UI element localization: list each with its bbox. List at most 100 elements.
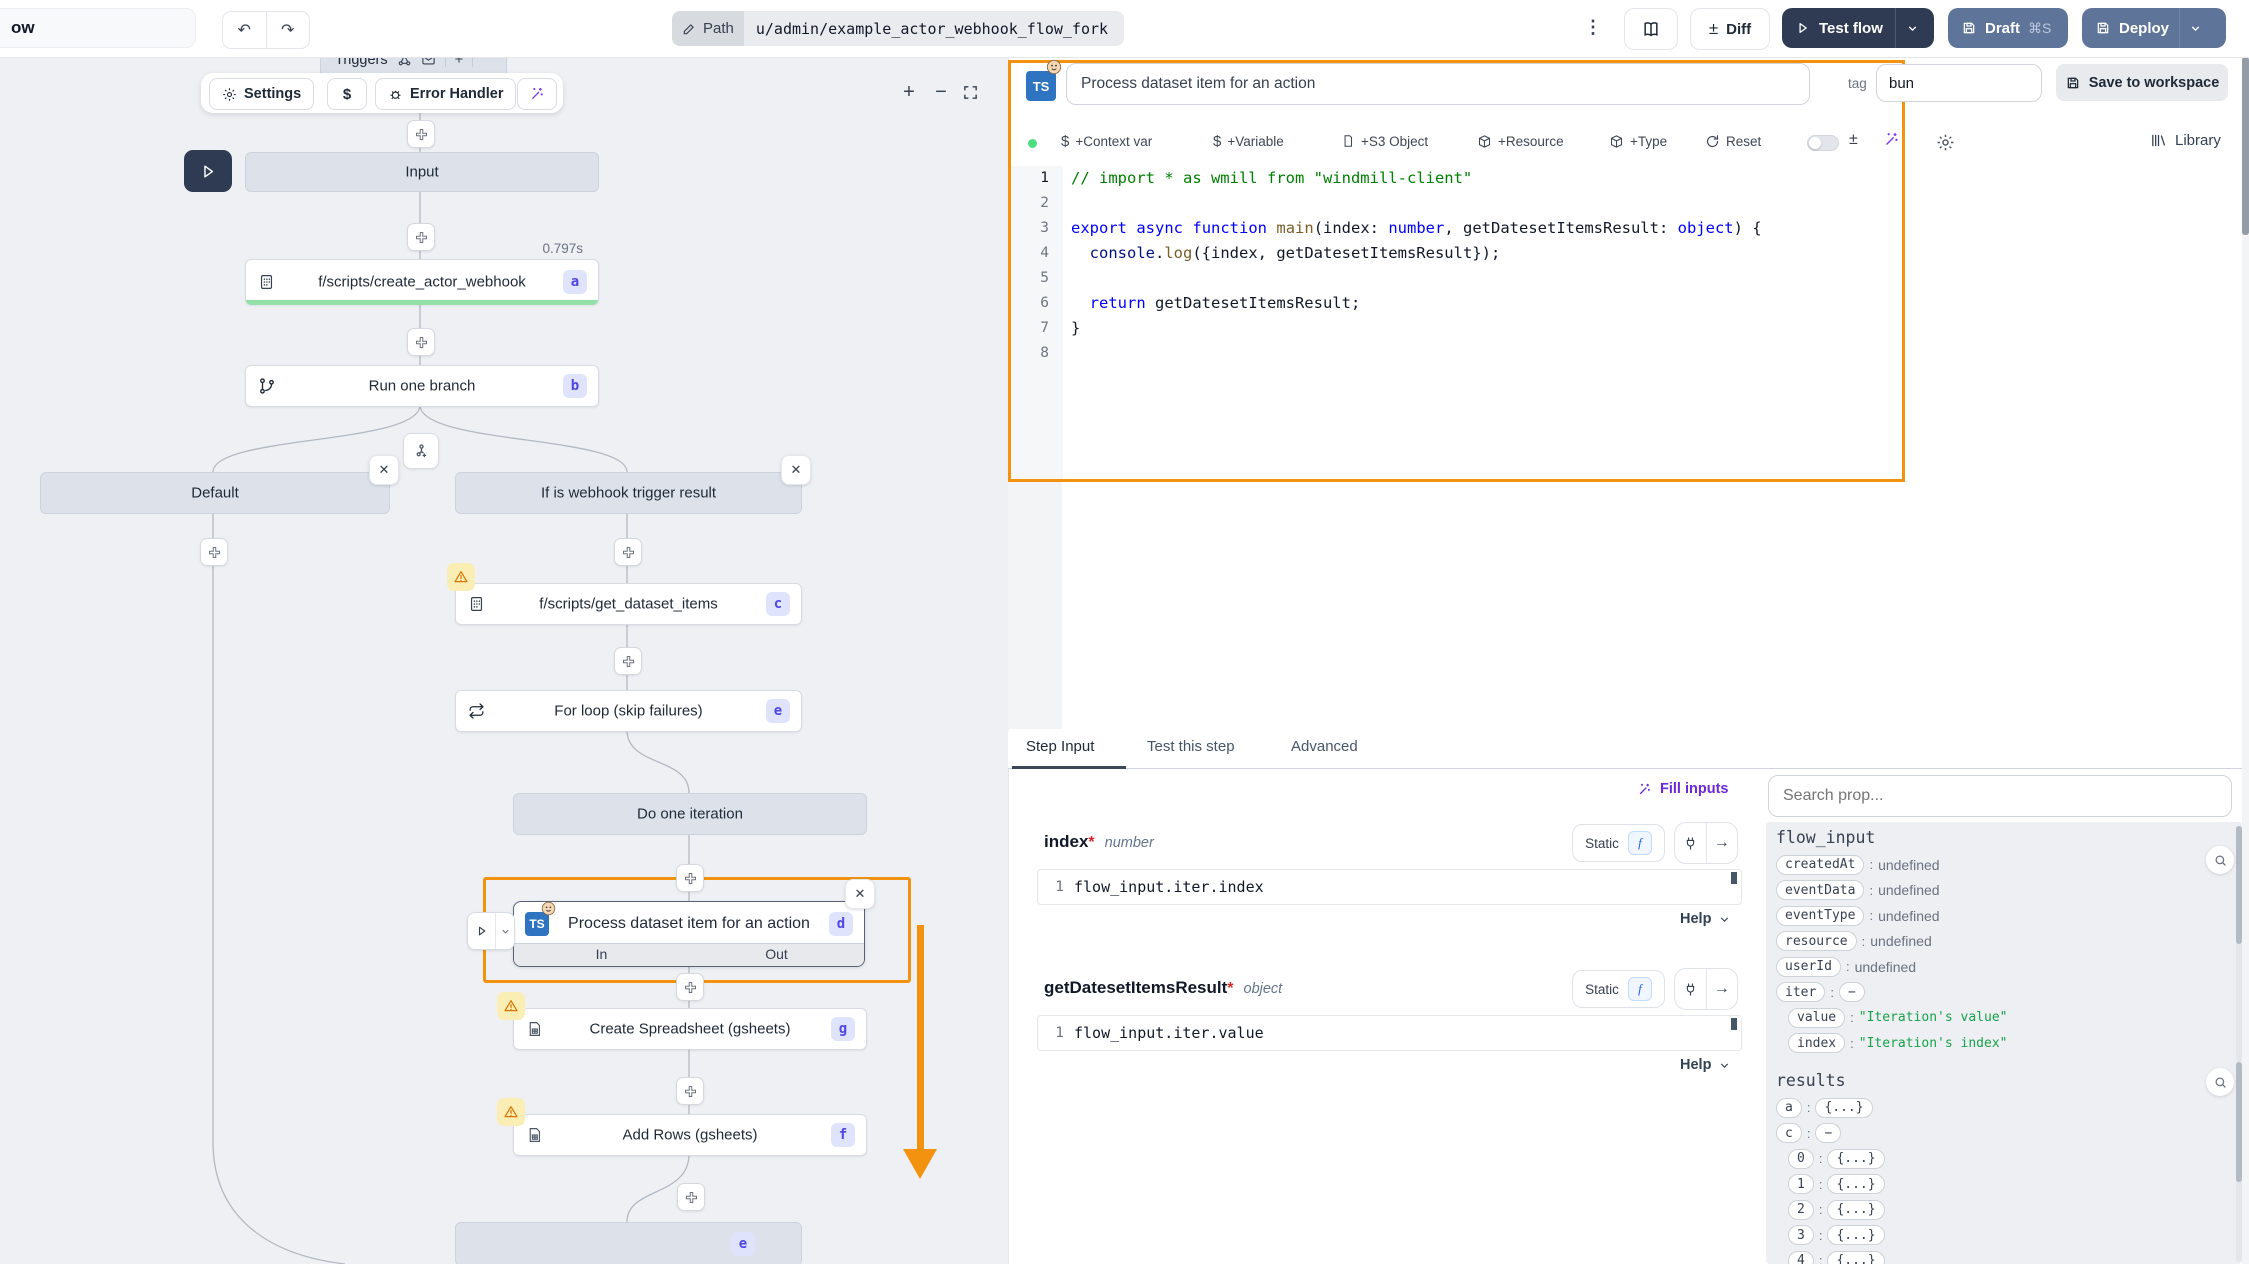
redo-button[interactable]: ↷ bbox=[267, 12, 310, 48]
draft-button[interactable]: Draft ⌘S bbox=[1948, 8, 2068, 48]
add-step-button[interactable] bbox=[200, 538, 228, 566]
expr-editor[interactable]: 1 flow_input.iter.value bbox=[1037, 1015, 1742, 1051]
tree-value[interactable]: {...} bbox=[1827, 1251, 1884, 1264]
tree-value[interactable]: − bbox=[1815, 1123, 1841, 1143]
panel-scrollbar[interactable] bbox=[2242, 57, 2249, 1264]
editor-settings-button[interactable] bbox=[1936, 133, 1955, 152]
help-toggle[interactable]: Help bbox=[1680, 911, 1731, 927]
arrow-button[interactable]: → bbox=[1706, 823, 1738, 863]
settings-button[interactable]: Settings bbox=[209, 78, 314, 110]
add-trigger-button[interactable]: + bbox=[455, 57, 464, 68]
docs-button[interactable] bbox=[1624, 8, 1678, 50]
run-step-button[interactable] bbox=[468, 913, 495, 949]
for-loop-node[interactable]: For loop (skip failures) e bbox=[455, 690, 802, 732]
input-node[interactable]: Input bbox=[245, 152, 599, 192]
step-summary-input[interactable]: Process dataset item for an action bbox=[1066, 63, 1810, 105]
tree-key-pill[interactable]: iter bbox=[1776, 982, 1825, 1002]
save-workspace-button[interactable]: Save to workspace bbox=[2056, 64, 2228, 101]
tree-value[interactable]: {...} bbox=[1827, 1149, 1884, 1169]
tree-key-pill[interactable]: 0 bbox=[1788, 1149, 1814, 1169]
javascript-expr-button[interactable]: f bbox=[1628, 831, 1652, 855]
tree-key-pill[interactable]: eventData bbox=[1776, 880, 1864, 900]
delete-branch-button[interactable]: ✕ bbox=[369, 455, 399, 485]
node-in-tab[interactable]: In bbox=[514, 944, 689, 966]
undo-button[interactable]: ↶ bbox=[223, 12, 267, 48]
reset-button[interactable]: Reset bbox=[1705, 129, 1761, 153]
get-dataset-node[interactable]: f/scripts/get_dataset_items c bbox=[455, 583, 802, 625]
add-context-var-button[interactable]: $+Context var bbox=[1061, 129, 1152, 153]
static-mode-label[interactable]: Static bbox=[1585, 836, 1619, 851]
search-icon[interactable] bbox=[2206, 846, 2234, 874]
node-out-tab[interactable]: Out bbox=[689, 944, 864, 966]
add-rows-node[interactable]: Add Rows (gsheets) f bbox=[513, 1114, 867, 1156]
ai-wand-button[interactable] bbox=[1883, 131, 1900, 148]
tab-step-input[interactable]: Step Input bbox=[1026, 738, 1094, 755]
search-icon[interactable] bbox=[2206, 1068, 2234, 1096]
zoom-in-button[interactable]: + bbox=[898, 81, 920, 103]
create-webhook-node[interactable]: f/scripts/create_actor_webhook a bbox=[245, 259, 599, 305]
path-chip[interactable]: Path u/admin/example_actor_webhook_flow_… bbox=[672, 11, 1124, 46]
fill-inputs-button[interactable]: Fill inputs bbox=[1637, 781, 1728, 797]
tree-key-pill[interactable]: 2 bbox=[1788, 1200, 1814, 1220]
run-one-branch-node[interactable]: Run one branch b bbox=[245, 365, 599, 407]
variables-button[interactable]: $ bbox=[327, 78, 367, 110]
kebab-menu-button[interactable]: ⋮ bbox=[1584, 17, 1602, 41]
mail-icon[interactable] bbox=[421, 57, 436, 67]
tree-key-pill[interactable]: 4 bbox=[1788, 1251, 1814, 1264]
zoom-out-button[interactable]: − bbox=[930, 81, 952, 103]
add-resource-button[interactable]: +Resource bbox=[1477, 129, 1564, 153]
branch-default-node[interactable]: Default bbox=[40, 472, 390, 514]
tree-key-pill[interactable]: value bbox=[1788, 1008, 1845, 1028]
deploy-button[interactable]: Deploy bbox=[2082, 8, 2226, 48]
add-step-button[interactable] bbox=[676, 864, 704, 892]
tree-key-pill[interactable]: eventType bbox=[1776, 906, 1864, 926]
do-iteration-node[interactable]: Do one iteration bbox=[513, 793, 867, 835]
branch-split-icon[interactable] bbox=[403, 433, 439, 469]
results-header[interactable]: results bbox=[1776, 1071, 1846, 1090]
search-prop-input[interactable] bbox=[1768, 775, 2232, 817]
tab-advanced[interactable]: Advanced bbox=[1291, 738, 1358, 755]
add-step-button[interactable] bbox=[676, 973, 704, 1001]
diff-button[interactable]: ± Diff bbox=[1690, 8, 1770, 50]
plug-button[interactable] bbox=[1675, 836, 1706, 851]
error-handler-button[interactable]: Error Handler bbox=[375, 78, 516, 110]
add-step-button[interactable] bbox=[407, 328, 435, 356]
tree-key-pill[interactable]: createdAt bbox=[1776, 855, 1864, 875]
add-type-button[interactable]: +Type bbox=[1609, 129, 1667, 153]
flow-name-clipped[interactable]: ow bbox=[0, 8, 196, 48]
expr-editor[interactable]: 1 flow_input.iter.index bbox=[1037, 869, 1742, 905]
tree-value[interactable]: {...} bbox=[1815, 1098, 1872, 1118]
tag-input[interactable]: bun bbox=[1876, 64, 2042, 102]
tree-key-pill[interactable]: userId bbox=[1776, 957, 1841, 977]
add-step-button[interactable] bbox=[676, 1077, 704, 1105]
delete-step-button[interactable]: ✕ bbox=[845, 879, 875, 909]
delete-branch-button[interactable]: ✕ bbox=[781, 455, 811, 485]
add-step-button[interactable] bbox=[407, 120, 435, 148]
tree-value[interactable]: {...} bbox=[1827, 1174, 1884, 1194]
tree-key-pill[interactable]: 1 bbox=[1788, 1174, 1814, 1194]
tree-key-pill[interactable]: resource bbox=[1776, 931, 1857, 951]
tree-value[interactable]: {...} bbox=[1827, 1225, 1884, 1245]
run-step-dropdown[interactable] bbox=[495, 913, 514, 949]
help-toggle[interactable]: Help bbox=[1680, 1057, 1731, 1073]
add-step-button[interactable] bbox=[614, 538, 642, 566]
tree-key-pill[interactable]: c bbox=[1776, 1123, 1802, 1143]
create-spreadsheet-node[interactable]: Create Spreadsheet (gsheets) g bbox=[513, 1008, 867, 1050]
javascript-expr-button[interactable]: f bbox=[1628, 977, 1652, 1001]
add-s3-object-button[interactable]: +S3 Object bbox=[1341, 129, 1428, 153]
code-editor[interactable]: // import * as wmill from "windmill-clie… bbox=[1071, 166, 1871, 366]
library-button[interactable]: Library bbox=[2150, 132, 2221, 149]
tree-value[interactable]: − bbox=[1839, 982, 1865, 1002]
webhook-icon[interactable] bbox=[397, 57, 412, 67]
tree-value[interactable]: {...} bbox=[1827, 1200, 1884, 1220]
add-step-button[interactable] bbox=[677, 1183, 705, 1211]
flow-canvas[interactable]: Triggers + Settings $ Error Handler bbox=[0, 57, 1009, 1264]
fit-view-button[interactable] bbox=[962, 84, 979, 101]
process-item-node[interactable]: TS Process dataset item for an action d … bbox=[513, 901, 865, 967]
test-flow-button[interactable]: Test flow bbox=[1782, 8, 1934, 48]
test-flow-dropdown[interactable] bbox=[1896, 22, 1929, 35]
collect-result-node[interactable]: e bbox=[455, 1222, 802, 1264]
plus-minus-icon[interactable]: ± bbox=[1849, 131, 1858, 149]
tab-test-this-step[interactable]: Test this step bbox=[1147, 738, 1235, 755]
diff-toggle[interactable] bbox=[1807, 135, 1839, 151]
